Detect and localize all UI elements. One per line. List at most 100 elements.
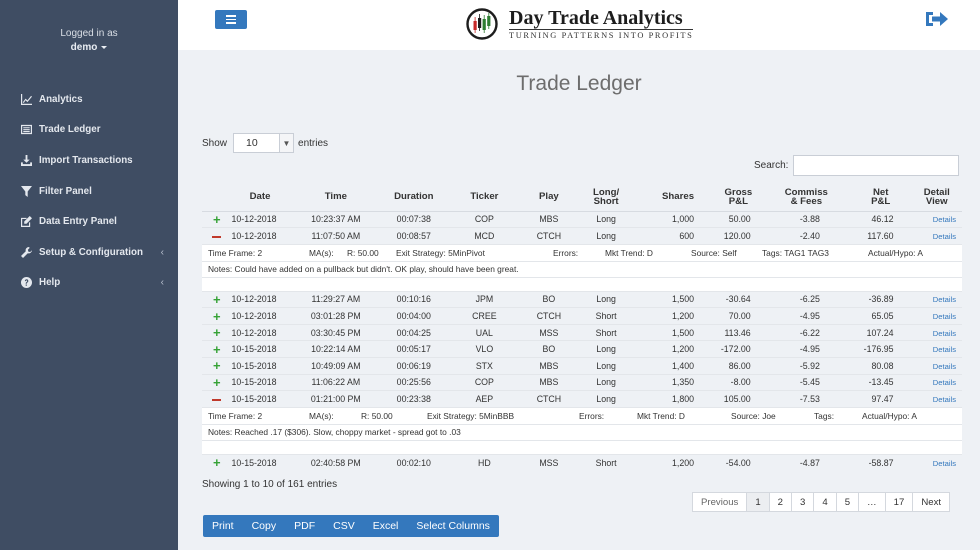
csv-button[interactable]: CSV — [324, 515, 364, 537]
pagination-previous[interactable]: Previous — [692, 492, 747, 512]
cell-time: 03:30:45 PM — [288, 323, 384, 341]
pagination-page-2[interactable]: 2 — [768, 492, 792, 512]
entries-select[interactable]: 10 ▼ — [233, 133, 295, 153]
expand-row-button[interactable]: + — [213, 358, 221, 373]
logout-icon[interactable] — [924, 9, 950, 29]
cell-ticker: MCD — [444, 227, 525, 245]
expand-row-button[interactable]: + — [213, 309, 221, 324]
cell-date: 10-12-2018 — [231, 323, 289, 341]
details-link[interactable]: Details — [933, 232, 956, 241]
sidebar-item-trade-ledger[interactable]: Trade Ledger — [0, 115, 178, 146]
details-link[interactable]: Details — [933, 395, 956, 404]
pagination-page-3[interactable]: 3 — [791, 492, 814, 512]
expand-row-button[interactable]: + — [213, 212, 221, 227]
cell-ticker: UAL — [444, 323, 525, 341]
cell-ticker: JPM — [444, 290, 525, 308]
cell-side: Long — [573, 227, 639, 245]
cell-shares: 1,200 — [638, 453, 695, 471]
column-header-long-short[interactable]: Long/Short — [573, 183, 639, 212]
excel-button[interactable]: Excel — [364, 515, 408, 537]
info-mkt-trend: Mkt Trend: D — [605, 247, 653, 258]
chevron-down-icon: ▼ — [279, 134, 294, 152]
sidebar-item-label: Help — [39, 277, 61, 289]
search-label: Search: — [754, 160, 789, 171]
column-header-detail-view[interactable]: Detail View — [897, 183, 962, 212]
column-header-ticker[interactable]: Ticker — [444, 183, 525, 212]
details-link[interactable]: Details — [933, 378, 956, 387]
menu-toggle-button[interactable] — [215, 10, 247, 29]
cell-date: 10-12-2018 — [231, 227, 289, 245]
column-header-duration[interactable]: Duration — [383, 183, 445, 212]
search-input[interactable] — [793, 155, 960, 176]
copy-button[interactable]: Copy — [243, 515, 286, 537]
expand-row-button[interactable]: + — [213, 325, 221, 340]
cell-gross-pl: -8.00 — [694, 373, 759, 391]
info-timeframe: Time Frame: 2 — [208, 410, 263, 421]
sidebar-item-filter-panel[interactable]: Filter Panel — [0, 176, 178, 207]
column-header-play[interactable]: Play — [524, 183, 574, 212]
column-header-shares[interactable]: Shares — [638, 183, 695, 212]
column-header-gross-pl[interactable]: Gross P&L — [694, 183, 759, 212]
collapse-row-button[interactable] — [212, 235, 222, 238]
details-link[interactable]: Details — [933, 345, 956, 354]
details-link[interactable]: Details — [933, 362, 956, 371]
collapse-row-button[interactable] — [212, 398, 222, 401]
list-icon — [20, 124, 32, 135]
cell-date: 10-15-2018 — [231, 340, 289, 358]
print-button[interactable]: Print — [203, 515, 243, 537]
sidebar-item-setup-configuration[interactable]: Setup & Configuration ‹ — [0, 237, 178, 268]
cell-duration: 00:02:10 — [383, 453, 445, 471]
filter-icon — [20, 185, 32, 197]
sidebar-item-import-transactions[interactable]: Import Transactions — [0, 145, 178, 176]
cell-net-pl: -176.95 — [827, 340, 898, 358]
select-columns-button[interactable]: Select Columns — [407, 515, 499, 537]
cell-time: 10:49:09 AM — [288, 357, 384, 375]
sidebar-item-label: Trade Ledger — [39, 124, 101, 136]
column-header-commiss-fees[interactable]: Commiss & Fees — [758, 183, 828, 212]
cell-side: Long — [573, 210, 639, 228]
cell-duration: 00:05:17 — [383, 340, 445, 358]
cell-play: BO — [524, 290, 574, 308]
column-header-net-pl[interactable]: Net P&L — [827, 183, 898, 212]
details-link[interactable]: Details — [933, 312, 956, 321]
column-header-time[interactable]: Time — [288, 183, 384, 212]
pagination-page-4[interactable]: 4 — [813, 492, 836, 512]
details-link[interactable]: Details — [933, 459, 956, 468]
hamburger-icon-bar — [226, 15, 236, 17]
top-header: Day Trade Analytics TURNING PATTERNS INT… — [178, 0, 980, 50]
cell-play: CTCH — [524, 390, 574, 408]
pagination-page-17[interactable]: 17 — [884, 492, 913, 512]
table-row: + 10-12-2018 10:23:37 AM 00:07:38 COP MB… — [202, 210, 962, 228]
user-menu[interactable]: demo — [0, 42, 178, 53]
cell-duration: 00:10:16 — [383, 290, 445, 308]
cell-gross-pl: 70.00 — [694, 307, 759, 325]
cell-side: Long — [573, 357, 639, 375]
cell-side: Short — [573, 323, 639, 341]
table-row: + 10-12-2018 03:01:28 PM 00:04:00 CREE C… — [202, 307, 962, 325]
username: demo — [70, 42, 98, 53]
trade-notes: Notes: Could have added on a pullback bu… — [208, 264, 519, 275]
details-link[interactable]: Details — [933, 295, 956, 304]
expand-row-button[interactable]: + — [213, 342, 221, 357]
pagination-next[interactable]: Next — [912, 492, 951, 512]
sidebar-item-analytics[interactable]: Analytics — [0, 84, 178, 115]
brand-logo[interactable]: Day Trade Analytics TURNING PATTERNS INT… — [463, 8, 694, 40]
expand-row-button[interactable]: + — [213, 375, 221, 390]
details-link[interactable]: Details — [933, 215, 956, 224]
expand-row-button[interactable]: + — [213, 455, 221, 470]
cell-gross-pl: 50.00 — [694, 210, 759, 228]
pagination-page-1[interactable]: 1 — [746, 492, 769, 512]
pdf-button[interactable]: PDF — [285, 515, 324, 537]
details-link[interactable]: Details — [933, 329, 956, 338]
cell-time: 11:29:27 AM — [288, 290, 384, 308]
table-info: Showing 1 to 10 of 161 entries — [202, 479, 338, 490]
sidebar-item-label: Import Transactions — [39, 154, 133, 166]
expand-row-button[interactable]: + — [213, 292, 221, 307]
sidebar-item-help[interactable]: Help ‹ — [0, 268, 178, 299]
pagination-page-5[interactable]: 5 — [835, 492, 859, 512]
sidebar-item-data-entry-panel[interactable]: Data Entry Panel — [0, 206, 178, 237]
entries-label: entries — [298, 137, 329, 149]
cell-shares: 1,200 — [638, 307, 695, 325]
column-header-date[interactable]: Date — [231, 183, 289, 212]
header-line: Short — [593, 195, 619, 207]
